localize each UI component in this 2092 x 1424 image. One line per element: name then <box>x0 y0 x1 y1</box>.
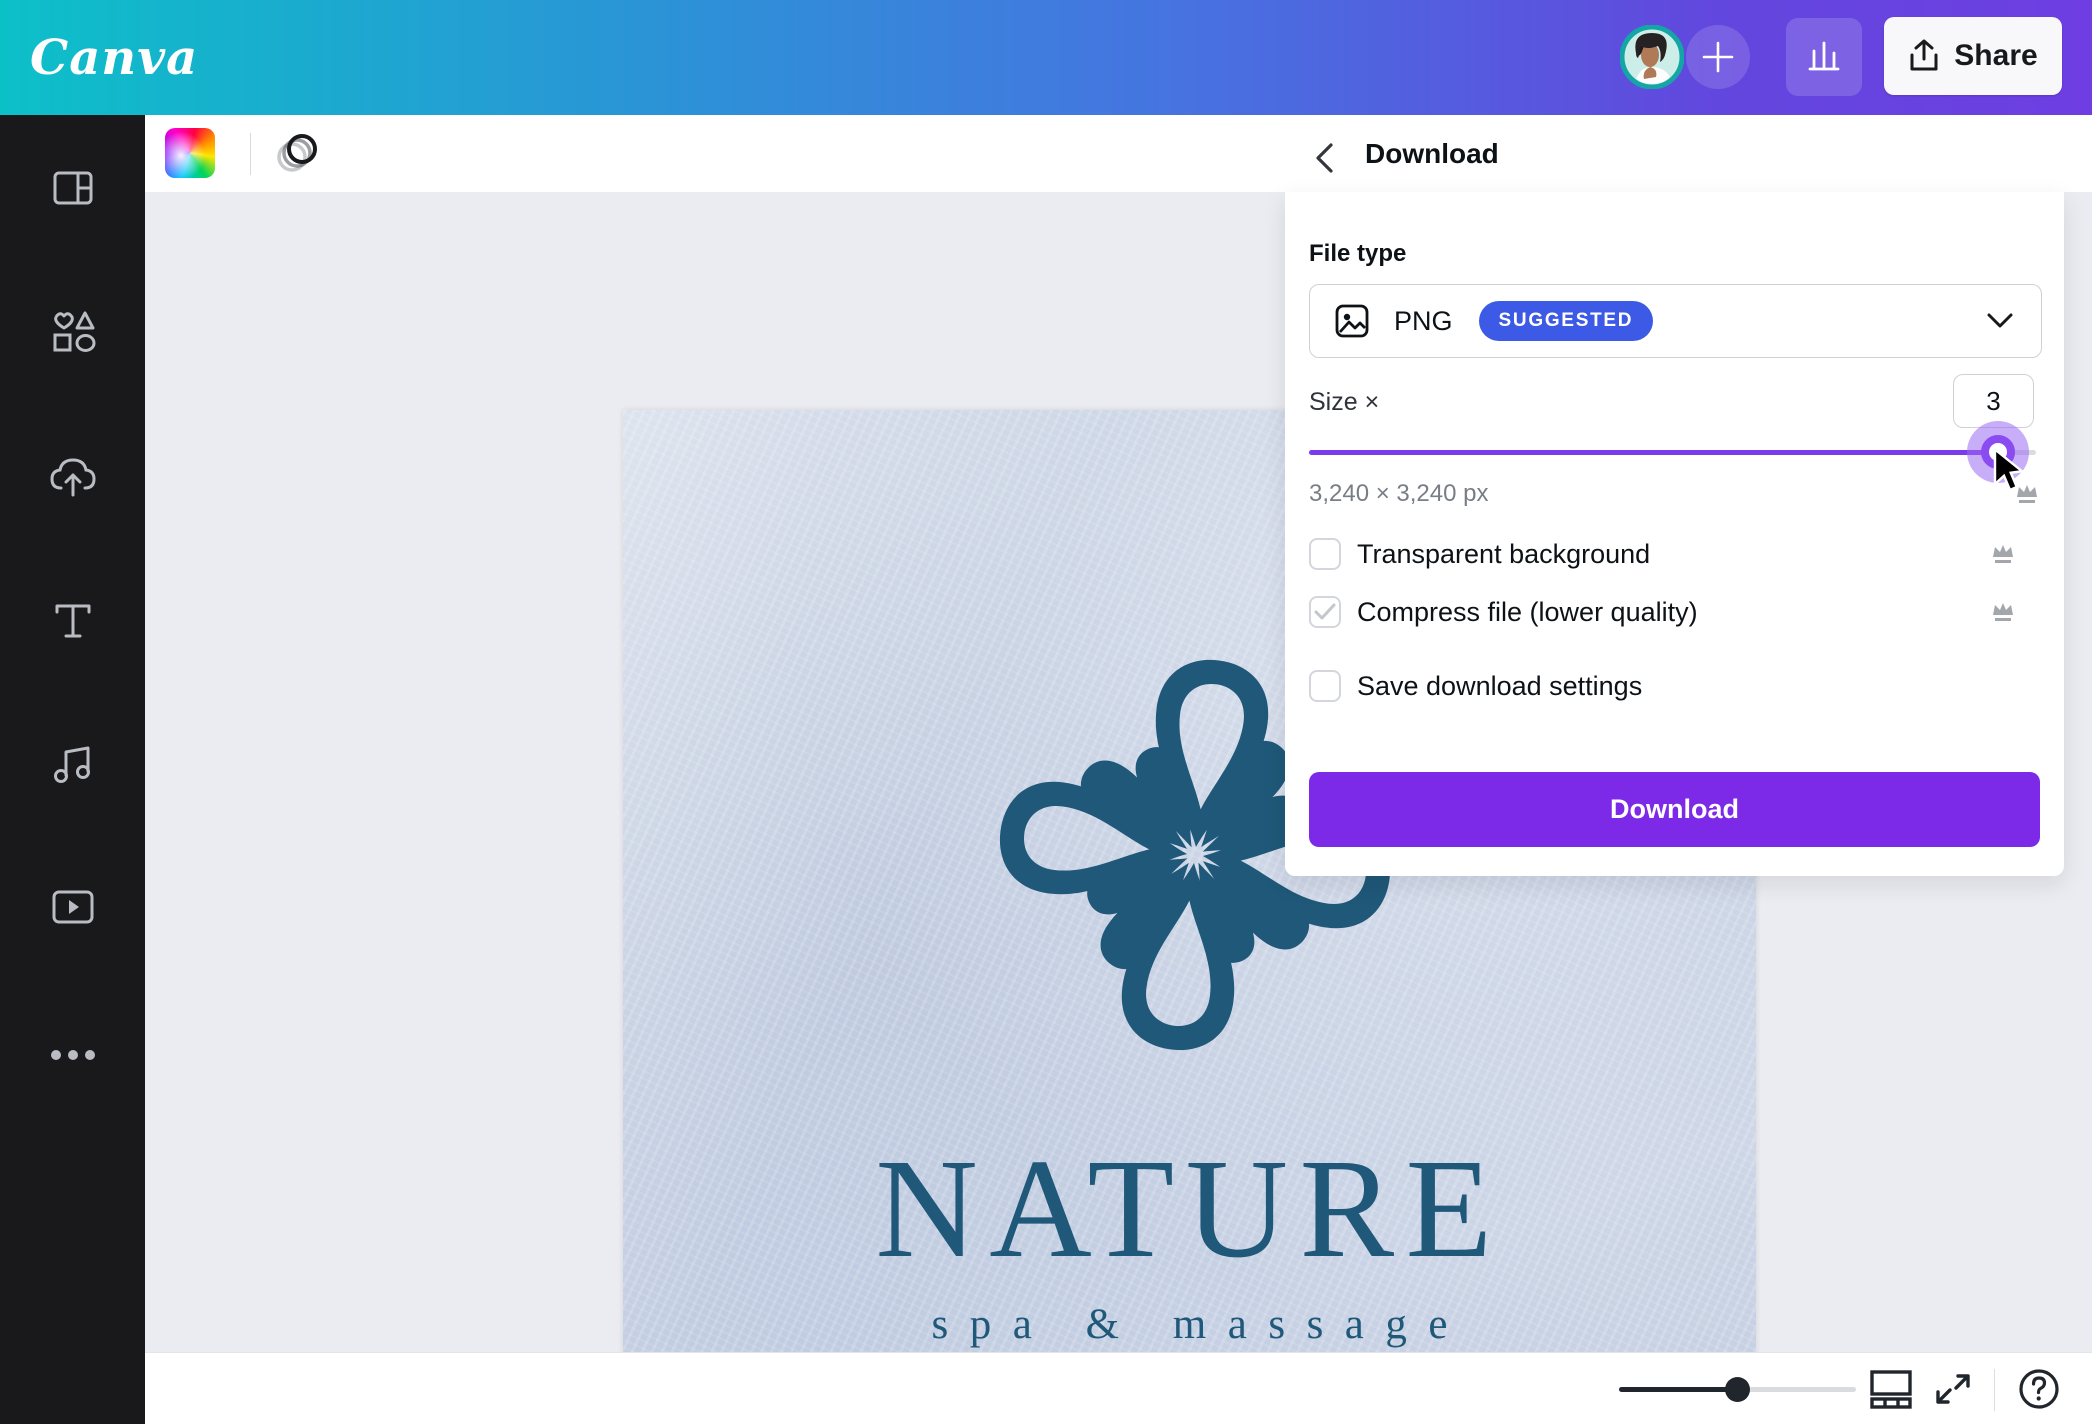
top-navbar: Canva <box>0 0 2092 115</box>
size-slider-handle[interactable] <box>1981 435 2015 469</box>
sidebar-item-audio[interactable] <box>0 713 145 813</box>
download-panel-header: Download <box>1285 115 2064 192</box>
insights-button[interactable] <box>1786 18 1862 96</box>
transparency-button[interactable] <box>270 127 326 184</box>
sidebar-item-uploads[interactable] <box>0 426 145 526</box>
share-button-label: Share <box>1954 39 2037 73</box>
layout-grid-icon <box>49 164 97 212</box>
share-upload-icon <box>1908 39 1940 73</box>
option-save-settings[interactable]: Save download settings <box>1309 666 2040 706</box>
premium-crown-icon <box>2014 482 2040 506</box>
zoom-slider-handle[interactable] <box>1725 1377 1750 1402</box>
fullscreen-button[interactable] <box>1927 1363 1979 1415</box>
file-type-value: PNG <box>1394 306 1453 337</box>
checkbox-unchecked[interactable] <box>1309 538 1341 570</box>
chevron-down-icon <box>1985 311 2015 331</box>
option-label: Transparent background <box>1357 539 1650 570</box>
checkbox-unchecked[interactable] <box>1309 670 1341 702</box>
sidebar-item-templates[interactable] <box>0 138 145 238</box>
create-design-button[interactable] <box>1686 25 1750 89</box>
toolbar-divider <box>250 133 251 175</box>
audio-note-icon <box>50 740 96 786</box>
sidebar <box>0 115 145 1424</box>
pages-grid-icon <box>1868 1368 1914 1410</box>
file-type-label: File type <box>1309 240 1406 268</box>
help-button[interactable] <box>2013 1363 2065 1415</box>
canva-logo[interactable]: Canva <box>30 0 198 115</box>
premium-crown-icon <box>1990 542 2016 566</box>
avatar[interactable] <box>1620 25 1684 89</box>
size-slider-fill <box>1309 450 1998 455</box>
image-icon <box>1332 301 1372 341</box>
option-transparent-background[interactable]: Transparent background <box>1309 534 2040 574</box>
avatar-image <box>1620 25 1684 89</box>
elements-shapes-icon <box>48 307 98 357</box>
chevron-left-icon <box>1308 140 1344 176</box>
file-type-select[interactable]: PNG SUGGESTED <box>1309 284 2042 358</box>
panel-title: Download <box>1365 138 1499 170</box>
premium-crown-icon <box>1990 600 2016 624</box>
dimensions-text: 3,240 × 3,240 px <box>1309 480 1488 508</box>
sidebar-item-more[interactable] <box>0 1005 145 1105</box>
suggested-badge: SUGGESTED <box>1479 301 1654 341</box>
option-label: Compress file (lower quality) <box>1357 597 1698 628</box>
upload-cloud-icon <box>48 453 98 499</box>
pages-view-button[interactable] <box>1865 1363 1917 1415</box>
bar-chart-icon <box>1804 37 1844 77</box>
bottom-statusbar <box>145 1352 2092 1424</box>
checkbox-checked[interactable] <box>1309 596 1341 628</box>
design-subtitle-text: spa & massage <box>623 1300 1756 1349</box>
color-picker[interactable] <box>165 128 215 178</box>
video-icon <box>49 886 97 928</box>
option-compress-file[interactable]: Compress file (lower quality) <box>1309 592 2040 632</box>
sidebar-item-videos[interactable] <box>0 857 145 957</box>
size-label: Size × <box>1309 388 1379 417</box>
download-panel: File type PNG SUGGESTED Size × 3 3,240 ×… <box>1285 192 2064 876</box>
download-button[interactable]: Download <box>1309 772 2040 847</box>
back-button[interactable] <box>1308 140 1344 176</box>
canva-editor: Canva <box>0 0 2092 1424</box>
sidebar-item-elements[interactable] <box>0 282 145 382</box>
sidebar-item-text[interactable] <box>0 570 145 670</box>
bottombar-divider <box>1994 1369 1995 1411</box>
zoom-slider-fill <box>1619 1387 1737 1392</box>
text-icon <box>51 598 95 642</box>
design-title-text: NATURE <box>623 1137 1756 1279</box>
option-label: Save download settings <box>1357 671 1642 702</box>
check-icon <box>1314 603 1336 621</box>
help-icon <box>2017 1367 2061 1411</box>
fullscreen-icon <box>1932 1368 1974 1410</box>
more-dots-icon <box>50 1049 96 1061</box>
share-button[interactable]: Share <box>1884 17 2062 95</box>
plus-icon <box>1701 40 1735 74</box>
transparency-icon <box>270 127 326 179</box>
size-input[interactable]: 3 <box>1953 374 2034 428</box>
